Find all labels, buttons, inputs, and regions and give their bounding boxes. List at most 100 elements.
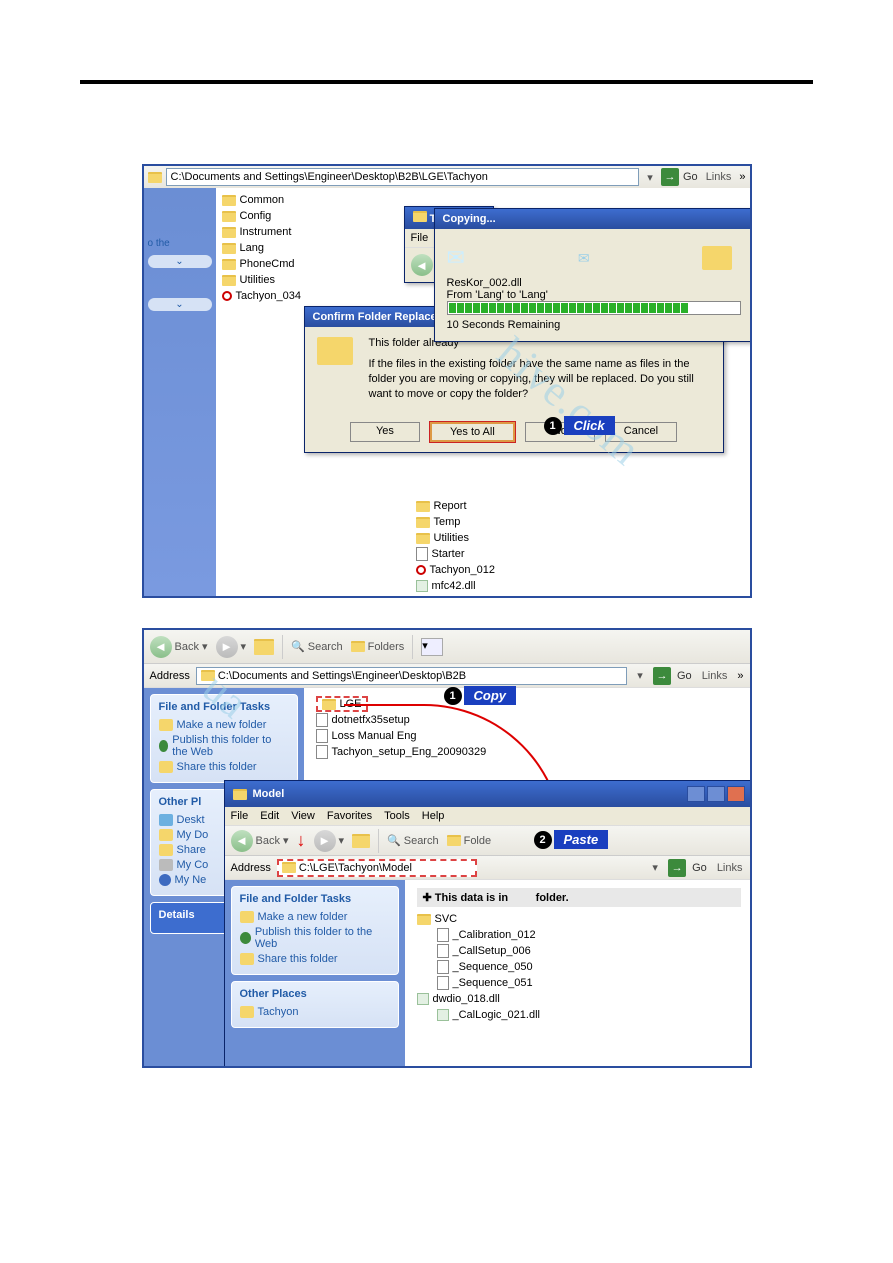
- go-icon[interactable]: →: [653, 667, 671, 685]
- close-button[interactable]: [727, 786, 745, 802]
- chevron-down-icon[interactable]: ⌄: [148, 298, 212, 311]
- list-item[interactable]: dwdio_018.dll: [417, 991, 741, 1007]
- task-link[interactable]: Share this folder: [240, 953, 390, 965]
- links-label[interactable]: Links: [713, 862, 747, 874]
- address-input[interactable]: C:\Documents and Settings\Engineer\Deskt…: [196, 667, 627, 685]
- menu-item[interactable]: View: [291, 810, 315, 822]
- file-icon: [416, 547, 428, 561]
- folder-icon: [222, 259, 236, 270]
- forward-button[interactable]: ► ▾: [314, 830, 345, 852]
- task-link[interactable]: Make a new folder: [240, 911, 390, 923]
- folder-icon: [159, 829, 173, 841]
- tasks-header: File and Folder Tasks: [159, 701, 289, 713]
- folders-button[interactable]: Folders: [351, 641, 405, 653]
- dropdown-icon[interactable]: ▾: [643, 171, 657, 184]
- maximize-button[interactable]: [707, 786, 725, 802]
- computer-icon: [159, 859, 173, 871]
- forward-icon: ►: [216, 636, 238, 658]
- address-label: Address: [231, 862, 271, 874]
- list-item[interactable]: msvcp60.dll: [416, 594, 512, 598]
- list-item[interactable]: Starter: [416, 546, 512, 562]
- menu-item[interactable]: Favorites: [327, 810, 372, 822]
- back-icon: ◄: [150, 636, 172, 658]
- menu-item[interactable]: Edit: [260, 810, 279, 822]
- address-bar: C:\Documents and Settings\Engineer\Deskt…: [144, 166, 750, 188]
- list-item[interactable]: Temp: [416, 514, 512, 530]
- task-panel: File and Folder Tasks Make a new folder …: [231, 886, 399, 975]
- back-button[interactable]: ◄Back ▾: [150, 636, 208, 658]
- yes-button[interactable]: Yes: [350, 422, 420, 442]
- folders-button[interactable]: Folde: [447, 835, 492, 847]
- folder-icon: [413, 211, 427, 222]
- back-button[interactable]: ◄Back ▾: [231, 830, 289, 852]
- screenshot-2: ◄Back ▾ ► ▾ 🔍Search Folders ▾ Address C:…: [142, 628, 752, 1068]
- folder-icon: [159, 719, 173, 731]
- list-item[interactable]: SVC: [417, 911, 741, 927]
- list-item[interactable]: _CallSetup_006: [417, 943, 741, 959]
- forward-button[interactable]: ► ▾: [216, 636, 247, 658]
- go-label[interactable]: Go: [683, 171, 698, 183]
- step-number: 1: [544, 417, 562, 435]
- dropdown-icon[interactable]: ▾: [648, 861, 662, 874]
- screenshot-1: C:\Documents and Settings\Engineer\Deskt…: [142, 164, 752, 598]
- folder-icon: [702, 246, 732, 270]
- go-label[interactable]: Go: [692, 862, 707, 874]
- list-item[interactable]: Tachyon_setup_Eng_20090329: [316, 744, 738, 760]
- list-item[interactable]: dotnetfx35setup: [316, 712, 738, 728]
- links-label[interactable]: Links: [702, 171, 736, 183]
- go-icon[interactable]: →: [661, 168, 679, 186]
- go-label[interactable]: Go: [677, 670, 692, 682]
- toolbar: ◄Back ▾ ► ▾ 🔍Search Folders ▾: [144, 630, 750, 664]
- file-icon: [437, 976, 449, 990]
- list-item[interactable]: Tachyon_012: [416, 562, 512, 578]
- address-bar: Address C:\Documents and Settings\Engine…: [144, 664, 750, 688]
- task-link[interactable]: Make a new folder: [159, 719, 289, 731]
- views-button[interactable]: ▾: [421, 638, 443, 656]
- list-item[interactable]: mfc42.dll: [416, 578, 512, 594]
- file-icon: [316, 713, 328, 727]
- step-number: 2: [534, 831, 552, 849]
- bullet-icon: [222, 291, 232, 301]
- time-remaining: 10 Seconds Remaining: [447, 319, 741, 331]
- folder-icon: [222, 227, 236, 238]
- task-link[interactable]: Share this folder: [159, 761, 289, 773]
- sidebar: o the ⌄ ⌄: [144, 188, 216, 596]
- model-window: Model File Edit View Favorites Tools Hel…: [224, 780, 752, 1068]
- up-icon[interactable]: [254, 639, 274, 655]
- search-button[interactable]: 🔍Search: [387, 834, 439, 847]
- menu-item[interactable]: Help: [422, 810, 445, 822]
- progress-bar: [447, 301, 741, 315]
- list-item[interactable]: Loss Manual Eng: [316, 728, 738, 744]
- back-icon[interactable]: ◄: [411, 254, 433, 276]
- task-link[interactable]: Tachyon: [240, 1006, 390, 1018]
- list-item[interactable]: _Sequence_050: [417, 959, 741, 975]
- folder-icon: [416, 517, 430, 528]
- menu-item[interactable]: File: [231, 810, 249, 822]
- file-icon: [437, 960, 449, 974]
- minimize-button[interactable]: [687, 786, 705, 802]
- menu-item[interactable]: Tools: [384, 810, 410, 822]
- chevron-right-icon: »: [739, 171, 745, 183]
- cancel-button[interactable]: Cancel: [605, 422, 677, 442]
- list-item[interactable]: _Sequence_051: [417, 975, 741, 991]
- dropdown-icon[interactable]: ▾: [633, 669, 647, 682]
- address-input[interactable]: C:\LGE\Tachyon\Model: [277, 859, 477, 877]
- menu-item[interactable]: File: [411, 232, 429, 244]
- search-button[interactable]: 🔍Search: [291, 640, 343, 653]
- address-input[interactable]: C:\Documents and Settings\Engineer\Deskt…: [166, 168, 640, 186]
- task-link[interactable]: Publish this folder to the Web: [240, 926, 390, 950]
- file-icon: [437, 944, 449, 958]
- sidebar-link[interactable]: o the: [148, 238, 212, 249]
- links-label[interactable]: Links: [698, 670, 732, 682]
- list-item[interactable]: Utilities: [416, 530, 512, 546]
- folder-icon: [447, 835, 461, 846]
- list-item[interactable]: Report: [416, 498, 512, 514]
- list-item[interactable]: _Calibration_012: [417, 927, 741, 943]
- list-item-selected[interactable]: LGE: [316, 696, 368, 712]
- chevron-down-icon[interactable]: ⌄: [148, 255, 212, 268]
- task-link[interactable]: Publish this folder to the Web: [159, 734, 289, 758]
- yes-to-all-button[interactable]: Yes to All: [430, 422, 515, 442]
- up-icon[interactable]: [352, 834, 370, 848]
- list-item[interactable]: _CalLogic_021.dll: [417, 1007, 741, 1023]
- go-icon[interactable]: →: [668, 859, 686, 877]
